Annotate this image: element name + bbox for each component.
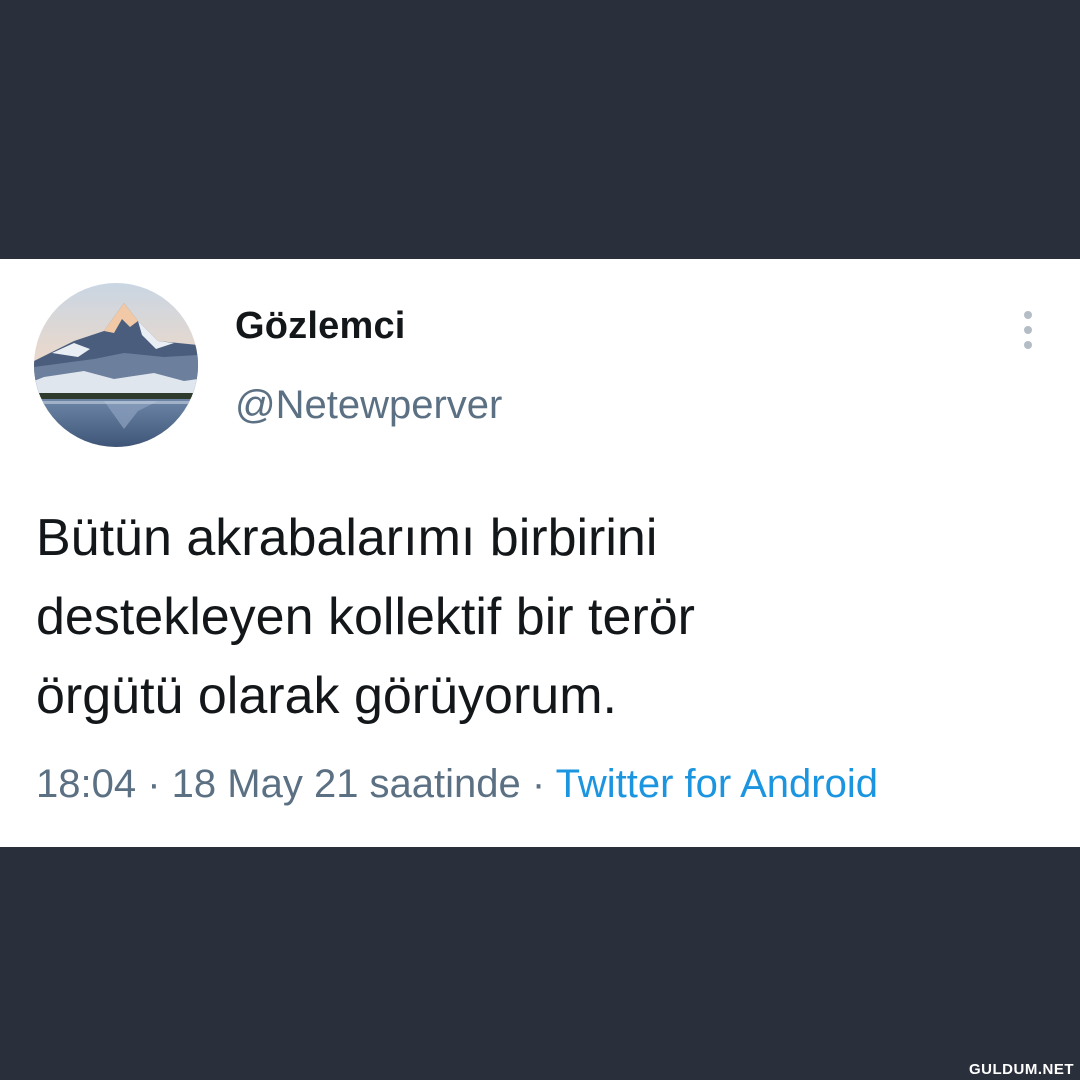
- tweet-card: Gözlemci @Netewperver Bütün akrabalarımı…: [0, 259, 1080, 847]
- tweet-date[interactable]: 18 May 21 saatinde: [172, 762, 521, 806]
- tweet-text: Bütün akrabalarımı birbirini destekleyen…: [36, 509, 695, 725]
- more-vertical-icon-dot: [1024, 326, 1032, 334]
- meta-separator: ·: [136, 762, 172, 806]
- display-name[interactable]: Gözlemci: [235, 305, 406, 348]
- watermark-text: GULDUM.NET: [969, 1061, 1074, 1078]
- more-options-button[interactable]: [1010, 307, 1046, 353]
- page: Gözlemci @Netewperver Bütün akrabalarımı…: [0, 0, 1080, 1080]
- tweet-time[interactable]: 18:04: [36, 762, 136, 806]
- avatar-mountain-image: [34, 283, 198, 447]
- more-vertical-icon: [1024, 311, 1032, 319]
- tweet-source-link[interactable]: Twitter for Android: [556, 762, 878, 806]
- meta-separator: ·: [520, 762, 556, 806]
- avatar[interactable]: [34, 283, 198, 447]
- tweet-metadata: 18:04 · 18 May 21 saatinde · Twitter for…: [36, 762, 878, 807]
- username-handle[interactable]: @Netewperver: [235, 383, 502, 428]
- more-vertical-icon-dot: [1024, 341, 1032, 349]
